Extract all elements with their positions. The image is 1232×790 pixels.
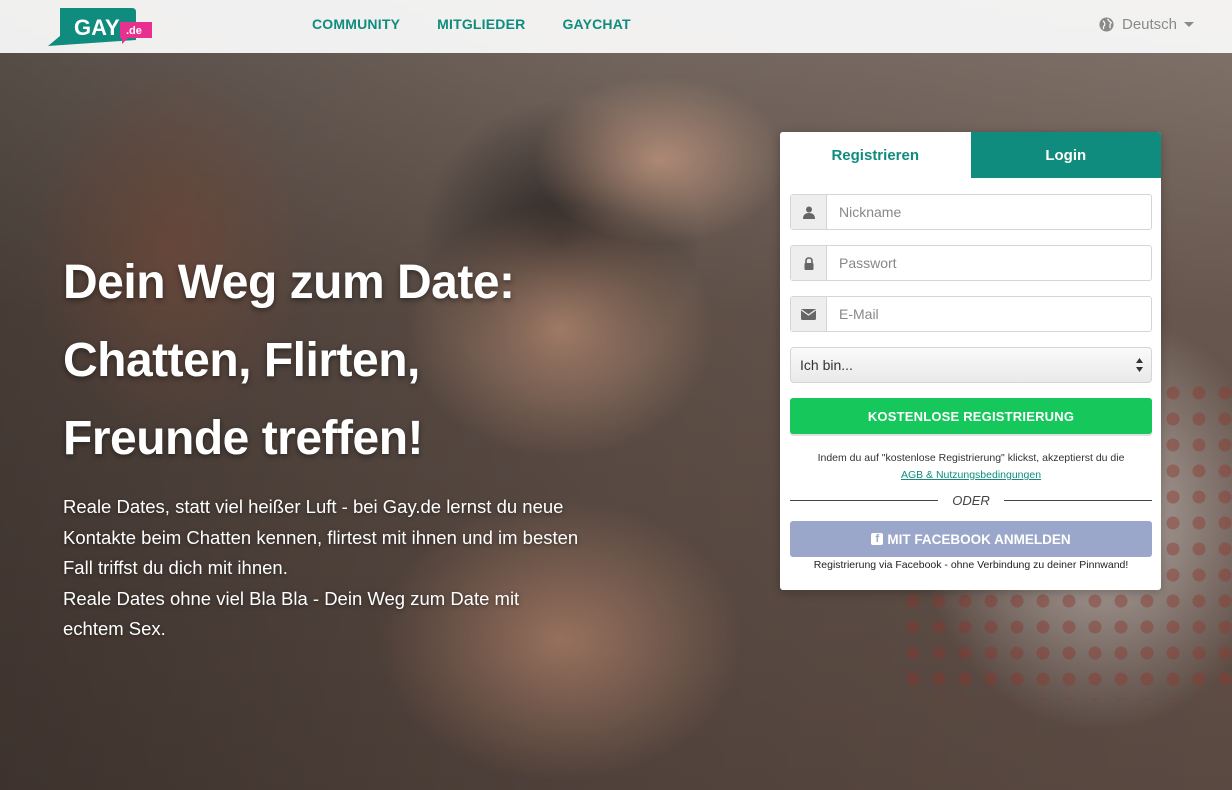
gender-select-value: Ich bin... xyxy=(800,357,853,373)
logo-text: GAY xyxy=(74,15,120,40)
facebook-button-label: MIT FACEBOOK ANMELDEN xyxy=(887,531,1071,547)
facebook-login-button[interactable]: f MIT FACEBOOK ANMELDEN xyxy=(790,521,1152,557)
gender-select[interactable]: Ich bin... xyxy=(790,347,1152,383)
separator-line-right xyxy=(1003,499,1152,501)
site-logo[interactable]: GAY .de xyxy=(44,4,156,48)
headline-line-2: Chatten, Flirten, xyxy=(63,334,420,387)
hero-headline: Dein Weg zum Date: Chatten, Flirten, Fre… xyxy=(63,244,663,478)
main-nav: COMMUNITY MITGLIEDER GAYCHAT xyxy=(312,16,668,32)
headline-line-1: Dein Weg zum Date: xyxy=(63,256,515,309)
password-field xyxy=(790,245,1152,281)
lock-icon xyxy=(791,246,827,280)
hero-description: Reale Dates, statt viel heißer Luft - be… xyxy=(63,492,583,645)
caret-down-icon xyxy=(1184,22,1195,27)
hero-paragraph-2: Reale Dates ohne viel Bla Bla - Dein Weg… xyxy=(63,587,520,640)
tab-registrieren[interactable]: Registrieren xyxy=(780,132,971,178)
free-register-button[interactable]: KOSTENLOSE REGISTRIERUNG xyxy=(790,398,1152,434)
separator-line-left xyxy=(790,499,939,501)
terms-text: Indem du auf "kostenlose Registrierung" … xyxy=(817,452,1125,464)
nav-mitglieder-link[interactable]: MITGLIEDER xyxy=(437,16,525,32)
logo-tld: .de xyxy=(126,25,142,37)
envelope-icon xyxy=(791,297,827,331)
headline-line-3: Freunde treffen! xyxy=(63,412,424,465)
separator-label: ODER xyxy=(952,492,990,508)
nav-community-link[interactable]: COMMUNITY xyxy=(312,16,400,32)
terms-notice: Indem du auf "kostenlose Registrierung" … xyxy=(790,450,1152,484)
nickname-field xyxy=(790,194,1152,230)
top-navigation-bar: GAY .de COMMUNITY MITGLIEDER GAYCHAT Deu… xyxy=(0,0,1232,53)
facebook-icon: f xyxy=(871,533,884,545)
terms-link[interactable]: AGB & Nutzungsbedingungen xyxy=(901,469,1041,481)
user-icon xyxy=(791,195,827,229)
password-input[interactable] xyxy=(827,246,1151,280)
or-separator: ODER xyxy=(790,492,1152,508)
globe-icon xyxy=(1099,17,1114,32)
email-input[interactable] xyxy=(827,297,1151,331)
nav-gaychat-link[interactable]: GAYCHAT xyxy=(562,16,630,32)
language-label: Deutsch xyxy=(1122,16,1178,33)
facebook-note: Registrierung via Facebook - ohne Verbin… xyxy=(813,559,1129,571)
registration-panel: Registrieren Login Ich bin... KOSTENLOSE… xyxy=(780,132,1161,590)
tab-login[interactable]: Login xyxy=(970,132,1161,178)
logo-graphic: GAY .de xyxy=(48,8,152,46)
language-selector[interactable]: Deutsch xyxy=(1099,16,1195,33)
form-tabs: Registrieren Login xyxy=(780,132,1161,178)
nickname-input[interactable] xyxy=(827,195,1151,229)
hero-paragraph-1: Reale Dates, statt viel heißer Luft - be… xyxy=(63,496,579,578)
select-arrows-icon xyxy=(1136,358,1143,372)
email-field xyxy=(790,296,1152,332)
